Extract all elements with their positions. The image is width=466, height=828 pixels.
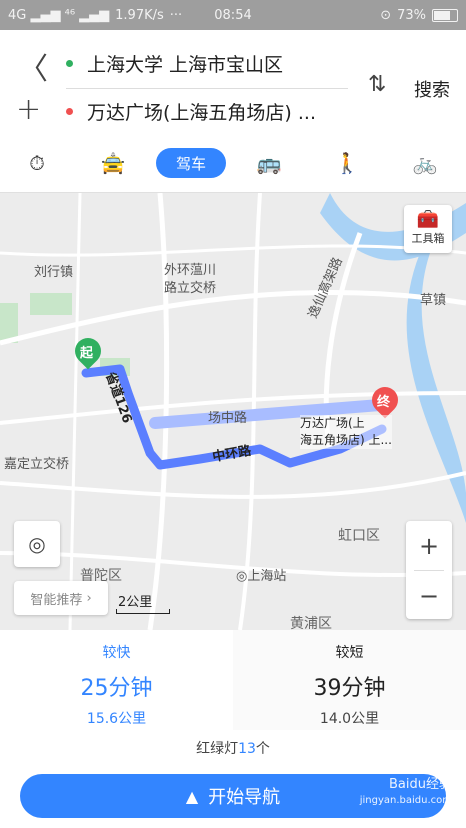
route-option-short[interactable]: 较短 39分钟 14.0公里 — [233, 630, 466, 730]
toolbox-icon: 🧰 — [416, 209, 440, 230]
route-options-sheet: 较快 25分钟 15.6公里 较短 39分钟 14.0公里 红绿灯13个 ▲ 开… — [0, 630, 466, 828]
add-waypoint-button[interactable]: + — [16, 92, 41, 127]
back-button[interactable]: 〈 — [18, 44, 48, 88]
option-time: 39分钟 — [313, 676, 386, 701]
transport-mode-tabs: ⏱ 🚖 驾车 🚌 🚶 🚲 — [0, 140, 466, 193]
locate-button[interactable]: ◎ — [14, 521, 60, 567]
origin-dot — [66, 60, 73, 67]
search-button[interactable]: 搜索 — [414, 76, 450, 102]
toolbox-label: 工具箱 — [411, 232, 445, 245]
train-icon: ◎ — [236, 569, 248, 584]
scale-text: 2公里 — [118, 595, 153, 610]
map-label-waihuan: 外环蕰川 — [164, 263, 217, 278]
location-icon: ⊙ — [380, 7, 392, 23]
smart-recommend-button[interactable]: 智能推荐 › — [14, 581, 108, 615]
map-label-shanghaizhan: ◎上海站 — [236, 569, 287, 584]
battery-icon — [432, 8, 458, 22]
zoom-out-button[interactable]: − — [406, 571, 452, 620]
start-navigation-label: 开始导航 — [208, 787, 281, 808]
route-panel: 〈 + 上海大学 上海市宝山区 万达广场(上海五角场店) ... ⇅ 搜索 — [0, 30, 466, 140]
origin-field[interactable]: 上海大学 上海市宝山区 — [66, 50, 283, 77]
navigation-arrow-icon: ▲ — [185, 786, 199, 806]
origin-text: 上海大学 上海市宝山区 — [87, 54, 284, 76]
option-time: 25分钟 — [80, 676, 153, 701]
map-label-huangpu: 黄浦区 — [290, 616, 332, 630]
swap-icon[interactable]: ⇅ — [368, 72, 386, 97]
map-label-waihuan2: 路立交桥 — [164, 281, 217, 296]
map-label-caojing: 草镇 — [420, 293, 447, 308]
zoom-in-button[interactable]: + — [406, 521, 452, 570]
map-label-jiading: 嘉定立交桥 — [4, 457, 70, 472]
option-distance: 14.0公里 — [319, 711, 380, 727]
tab-drive[interactable]: 驾车 — [156, 148, 226, 178]
toolbox-button[interactable]: 🧰 工具箱 — [404, 205, 452, 253]
map-label-hongkou: 虹口区 — [338, 528, 380, 544]
destination-field[interactable]: 万达广场(上海五角场店) ... — [66, 98, 316, 125]
field-divider — [66, 88, 348, 89]
map-view[interactable]: 刘行镇 外环蕰川 路立交桥 草镇 逸仙高架路 场中路 省道126 中环路 嘉定立… — [0, 193, 466, 630]
scale-bar — [116, 609, 170, 614]
traffic-lights-count: 红绿灯13个 — [196, 741, 270, 757]
bike-icon[interactable]: 🚲 — [410, 148, 440, 178]
route-option-fast[interactable]: 较快 25分钟 15.6公里 — [0, 630, 233, 730]
taxi-icon[interactable]: 🚖 — [98, 148, 128, 178]
chevron-right-icon: › — [82, 590, 92, 606]
start-pin-label: 起 — [80, 346, 94, 361]
battery-percent: 73% — [397, 7, 426, 23]
zoom-controls: + − — [406, 521, 452, 619]
option-tag: 较短 — [335, 645, 364, 661]
timer-icon[interactable]: ⏱ — [22, 148, 52, 178]
walk-icon[interactable]: 🚶 — [332, 148, 362, 178]
destination-dot — [66, 108, 73, 115]
end-pin-label: 终 — [377, 395, 391, 410]
option-tag: 较快 — [102, 645, 131, 661]
locate-icon: ◎ — [28, 532, 46, 556]
destination-map-label: 万达广场(上 海五角场店) 上... — [300, 415, 392, 449]
destination-text: 万达广场(上海五角场店) ... — [87, 102, 316, 124]
map-label-liuxing: 刘行镇 — [34, 265, 74, 280]
watermark: Baidu经验 jingyan.baidu.com — [359, 777, 452, 806]
bus-icon[interactable]: 🚌 — [254, 148, 284, 178]
status-bar: 4G ▂▄▆ ⁴⁶ ▂▄▆ 1.97K/s ··· 08:54 ⊙ 73% — [0, 0, 466, 30]
option-distance: 15.6公里 — [86, 711, 147, 727]
map-label-changzhong: 场中路 — [208, 411, 248, 426]
